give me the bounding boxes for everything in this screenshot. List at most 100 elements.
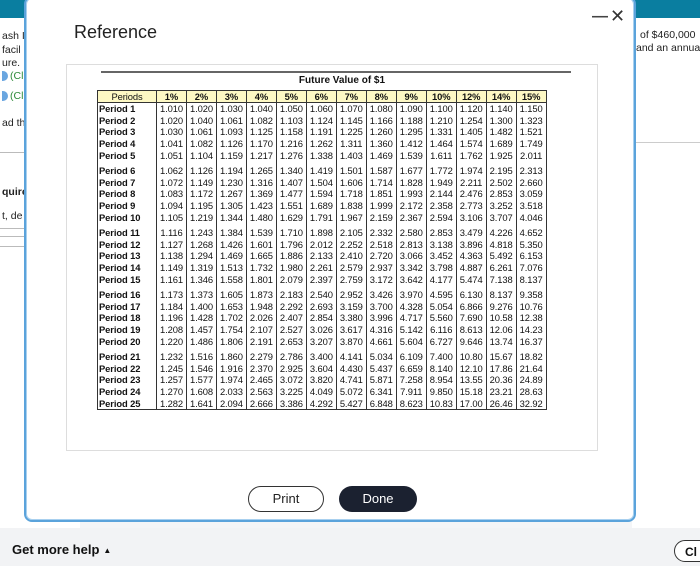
background-link[interactable]: (Cli [2, 70, 26, 82]
table-cell: 2.773 [455, 199, 487, 212]
table-cell: 1.230 [215, 176, 247, 189]
column-header-rate: 4% [245, 90, 277, 103]
table-cell: 1.469 [215, 250, 247, 262]
table-cell: 4.595 [425, 284, 457, 301]
table-row: Period 23 1.257 1.577 1.974 2.465 3.072 3.820 4… [97, 374, 547, 386]
table-cell: 4.177 [425, 273, 457, 285]
table-cell: 1.873 [245, 284, 277, 301]
period-label: Period 15 [97, 273, 157, 285]
table-cell: 3.159 [335, 300, 367, 313]
get-more-help-button[interactable]: Get more help ▲ [12, 542, 111, 557]
table-cell: 3.452 [425, 250, 457, 262]
table-cell: 1.629 [275, 211, 307, 223]
table-cell: 16.37 [515, 335, 547, 347]
column-header-rate: 5% [275, 90, 307, 103]
period-label: Period 2 [97, 114, 157, 127]
table-cell: 3.604 [305, 362, 337, 375]
table-cell: 1.754 [215, 323, 247, 336]
table-cell: 3.970 [395, 284, 427, 301]
table-cell: 1.040 [245, 102, 277, 115]
table-cell: 4.141 [335, 346, 367, 363]
table-cell: 1.762 [455, 149, 487, 161]
table-cell: 1.149 [156, 261, 187, 274]
table-cell: 1.403 [335, 149, 367, 161]
column-header-rate: 10% [425, 90, 457, 103]
table-cell: 1.127 [156, 238, 187, 251]
table-cell: 2.211 [455, 176, 487, 189]
table-cell: 3.896 [455, 238, 487, 251]
table-cell: 1.587 [365, 160, 397, 177]
table-cell: 1.082 [185, 137, 217, 150]
table-cell: 4.328 [395, 300, 427, 313]
table-cell: 4.363 [455, 250, 487, 262]
table-cell: 1.316 [245, 176, 277, 189]
table-cell: 1.126 [215, 137, 247, 150]
table-cell: 1.305 [215, 199, 247, 212]
table-cell: 1.184 [156, 300, 187, 313]
table-row: Period 2 1.020 1.040 1.061 1.082 1.103 1.124 1.… [97, 114, 547, 127]
table-cell: 2.813 [395, 238, 427, 251]
table-cell: 2.580 [395, 222, 427, 239]
table-cell: 1.103 [275, 114, 307, 127]
table-cell: 7.911 [395, 385, 427, 398]
table-cell: 1.166 [365, 114, 397, 127]
done-button[interactable]: Done [339, 486, 417, 512]
table-cell: 1.967 [335, 211, 367, 223]
table-cell: 2.370 [245, 362, 277, 375]
period-label: Period 8 [97, 188, 157, 200]
table-cell: 2.666 [245, 397, 277, 410]
table-cell: 21.64 [515, 362, 547, 375]
table-cell: 1.105 [156, 211, 187, 223]
minimize-icon[interactable]: — [592, 8, 608, 26]
table-cell: 1.050 [275, 102, 307, 115]
table-cell: 2.012 [305, 238, 337, 251]
table-cell: 2.660 [515, 176, 547, 189]
table-cell: 1.150 [515, 102, 547, 115]
table-cell: 3.700 [365, 300, 397, 313]
table-cell: 3.642 [395, 273, 427, 285]
table-cell: 3.870 [335, 335, 367, 347]
table-cell: 1.159 [215, 149, 247, 161]
table-cell: 32.92 [515, 397, 547, 410]
table-cell: 1.191 [305, 126, 337, 138]
table-cell: 2.594 [425, 211, 457, 223]
column-header-rate: 14% [485, 90, 517, 103]
table-cell: 1.093 [215, 126, 247, 138]
column-header-rate: 8% [365, 90, 397, 103]
table-cell: 3.225 [275, 385, 307, 398]
table-cell: 4.226 [485, 222, 517, 239]
period-label: Period 16 [97, 284, 157, 301]
table-cell: 2.720 [365, 250, 397, 262]
print-button[interactable]: Print [248, 486, 324, 512]
period-label: Period 20 [97, 335, 157, 347]
table-cell: 1.243 [185, 222, 217, 239]
table-cell: 1.161 [156, 273, 187, 285]
table-cell: 5.034 [365, 346, 397, 363]
table-cell: 1.217 [245, 149, 277, 161]
table-cell: 1.040 [185, 114, 217, 127]
table-cell: 1.020 [185, 102, 217, 115]
table-cell: 10.58 [485, 312, 517, 324]
table-cell: 3.479 [455, 222, 487, 239]
table-cell: 1.594 [305, 188, 337, 200]
background-link[interactable]: (Cli [2, 90, 26, 102]
table-cell: 1.516 [185, 346, 217, 363]
period-label: Period 22 [97, 362, 157, 375]
table-cell: 7.690 [455, 312, 487, 324]
table-cell: 2.853 [485, 188, 517, 200]
table-row: Period 15 1.161 1.346 1.558 1.801 2.079 2.397 2… [97, 273, 547, 285]
table-cell: 8.140 [425, 362, 457, 375]
table-cell: 2.195 [485, 160, 517, 177]
column-header-rate: 6% [305, 90, 337, 103]
table-cell: 1.428 [185, 312, 217, 324]
table-cell: 1.340 [275, 160, 307, 177]
table-cell: 9.276 [485, 300, 517, 313]
table-cell: 1.806 [215, 335, 247, 347]
table-cell: 1.268 [185, 238, 217, 251]
table-cell: 1.689 [485, 137, 517, 150]
table-cell: 1.689 [305, 199, 337, 212]
table-cell: 2.011 [515, 149, 547, 161]
close-icon[interactable]: ✕ [610, 6, 625, 27]
close-button-background[interactable]: Cl [674, 540, 700, 562]
table-cell: 2.105 [335, 222, 367, 239]
